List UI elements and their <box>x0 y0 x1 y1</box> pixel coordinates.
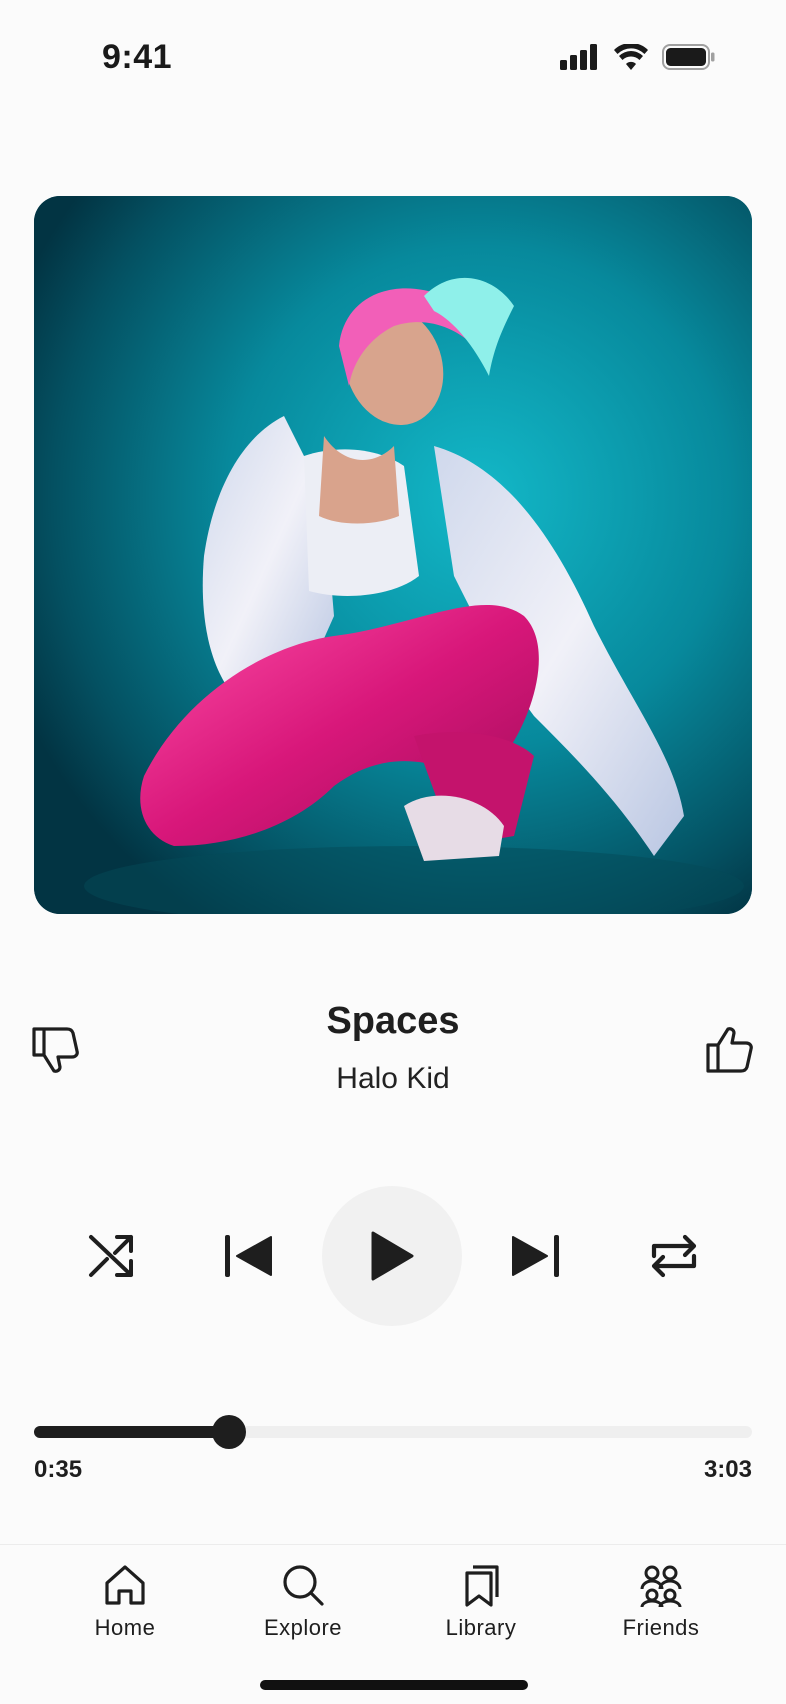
battery-icon <box>662 44 716 70</box>
play-button[interactable] <box>322 1186 462 1326</box>
tab-home[interactable]: Home <box>60 1563 190 1663</box>
previous-button[interactable] <box>220 1228 276 1284</box>
cellular-signal-icon <box>560 44 600 70</box>
repeat-icon <box>651 1234 697 1278</box>
total-time: 3:03 <box>703 1456 752 1483</box>
next-button[interactable] <box>508 1228 564 1284</box>
skip-previous-icon <box>225 1235 272 1277</box>
bookmark-icon <box>465 1565 499 1607</box>
status-time: 9:41 <box>102 38 173 76</box>
progress-thumb[interactable] <box>212 1415 247 1449</box>
tab-friends[interactable]: Friends <box>596 1563 726 1663</box>
tab-explore[interactable]: Explore <box>238 1563 368 1663</box>
repeat-button[interactable] <box>646 1228 702 1284</box>
tab-label: Library <box>445 1615 517 1640</box>
playback-controls <box>0 1186 786 1326</box>
play-icon <box>371 1231 414 1281</box>
status-icons <box>560 44 716 70</box>
shuffle-button[interactable] <box>84 1228 140 1284</box>
track-title: Spaces <box>326 1000 460 1042</box>
like-button[interactable] <box>700 1022 760 1078</box>
home-indicator <box>260 1680 528 1690</box>
friends-icon <box>640 1565 682 1607</box>
tab-label: Friends <box>622 1615 700 1640</box>
progress-fill <box>34 1426 230 1438</box>
wifi-icon <box>614 44 648 70</box>
thumbs-up-icon <box>706 1027 753 1073</box>
tab-label: Explore <box>263 1615 343 1640</box>
shuffle-icon <box>89 1235 133 1277</box>
status-bar: 9:41 <box>0 0 786 120</box>
elapsed-time: 0:35 <box>34 1456 83 1483</box>
album-art-image <box>34 196 752 914</box>
progress-slider[interactable] <box>34 1415 752 1449</box>
home-icon <box>105 1565 145 1605</box>
tab-library[interactable]: Library <box>416 1563 546 1663</box>
track-artist[interactable]: Halo Kid <box>0 1062 786 1096</box>
search-icon <box>283 1565 324 1606</box>
skip-next-icon <box>512 1235 559 1277</box>
tab-label: Home <box>94 1615 156 1640</box>
